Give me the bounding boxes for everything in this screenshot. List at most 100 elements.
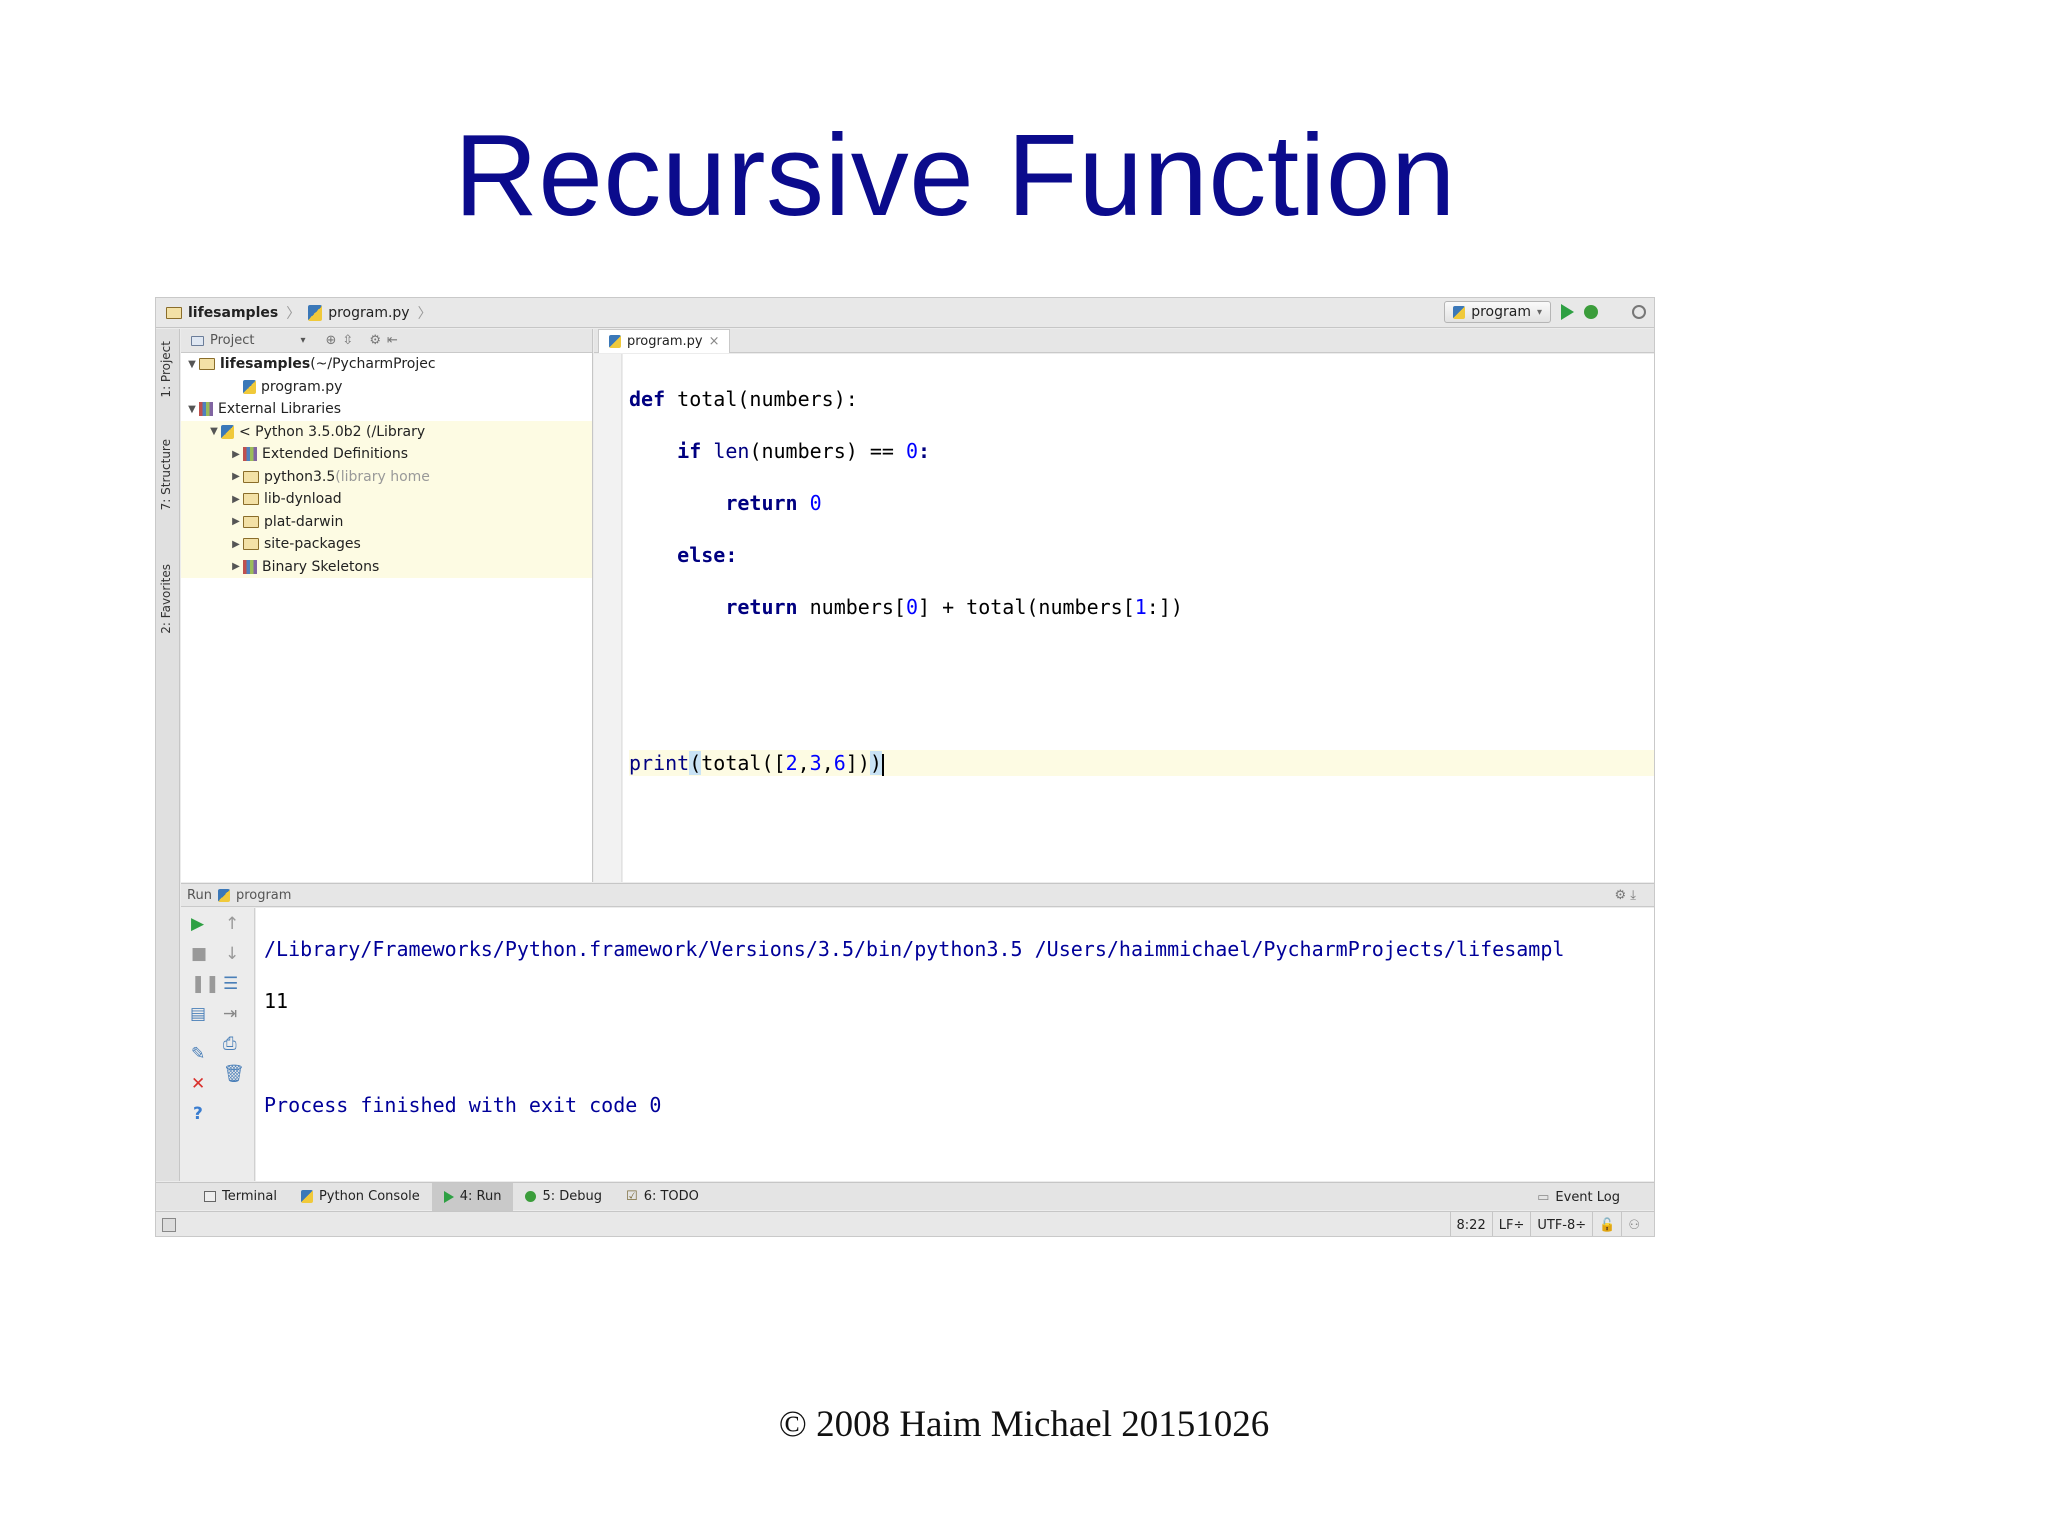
stop-icon[interactable]: ■ [191, 944, 207, 964]
tab-run-label: 4: Run [459, 1189, 502, 1204]
chevron-right-icon[interactable]: ▶ [229, 516, 243, 527]
search-icon[interactable] [1632, 305, 1646, 319]
code-token: else [677, 543, 726, 567]
code-token: numbers[ [797, 595, 906, 619]
tab-debug-label: 5: Debug [542, 1189, 603, 1204]
breadcrumb-project-label: lifesamples [188, 304, 279, 321]
rerun-icon[interactable]: ▶ [191, 914, 204, 934]
code-token: , [797, 751, 810, 775]
tab-project[interactable]: 1: Project [159, 341, 173, 398]
code-content[interactable]: def total(numbers): if len(numbers) == 0… [623, 354, 1654, 828]
trash-icon[interactable]: 🗑 [223, 1064, 245, 1084]
help-icon[interactable]: ? [193, 1104, 203, 1124]
tree-item-suffix: (library home [335, 468, 430, 485]
tree-item[interactable]: ▼ < Python 3.5.0b2 (/Library [181, 420, 592, 443]
tab-python-console-label: Python Console [318, 1189, 420, 1204]
project-panel-header: Project ▾ ⊕ ⇳ ⚙ ⇤ [181, 329, 592, 353]
chevron-down-icon[interactable]: ▾ [300, 335, 305, 346]
sync-icon[interactable]: ⊕ [326, 333, 337, 348]
event-log-label: Event Log [1555, 1189, 1620, 1205]
project-tree: ▼ lifesamples (~/PycharmProjec program.py ▼… [181, 353, 592, 578]
project-view-select[interactable]: Project [210, 333, 254, 348]
code-token: 1 [1134, 595, 1147, 619]
chevron-down-icon[interactable]: ▼ [207, 426, 221, 437]
tree-item[interactable]: ▼ External Libraries [181, 398, 592, 421]
tab-todo[interactable]: ☑ 6: TODO [614, 1183, 711, 1211]
python-file-icon [1453, 305, 1466, 319]
code-token: 0 [905, 439, 919, 463]
arrow-up-icon[interactable]: ↑ [225, 914, 239, 934]
folder-icon [243, 538, 259, 551]
run-tools: ▶ ■ ❚❚ ▤ ✎ ✕ ? ↑ ↓ ☰ ⇥ ⎙ 🗑 [181, 908, 255, 1181]
chevron-down-icon[interactable]: ▼ [185, 359, 199, 370]
chevron-down-icon[interactable]: ▼ [185, 404, 199, 415]
pause-icon[interactable]: ❚❚ [191, 974, 220, 994]
breadcrumb-project[interactable]: lifesamples [166, 305, 278, 321]
print-icon[interactable]: ⎙ [223, 1034, 237, 1054]
close-icon[interactable]: ✕ [191, 1074, 205, 1094]
tab-structure[interactable]: 7: Structure [159, 439, 173, 510]
breadcrumb-file[interactable]: program.py [308, 304, 410, 321]
tree-item[interactable]: ▶ python3.5 (library home [181, 465, 592, 488]
code-token: len [713, 439, 750, 463]
tree-item[interactable]: program.py [181, 376, 592, 399]
tree-item-label: External Libraries [218, 401, 341, 418]
tab-python-console[interactable]: Python Console [289, 1183, 432, 1211]
close-icon[interactable]: × [709, 334, 720, 349]
debug-icon [525, 1191, 537, 1202]
code-token: :]) [1146, 595, 1183, 619]
code-editor[interactable]: def total(numbers): if len(numbers) == 0… [623, 354, 1654, 882]
library-icon [199, 402, 213, 417]
folder-icon [243, 470, 259, 483]
run-icon[interactable] [1561, 304, 1574, 320]
chevron-right-icon[interactable]: ▶ [229, 494, 243, 505]
tab-terminal[interactable]: Terminal [192, 1183, 289, 1211]
tab-debug[interactable]: 5: Debug [513, 1183, 614, 1211]
code-token: ( [689, 751, 702, 775]
collapse-icon[interactable]: ⇳ [342, 333, 353, 348]
tree-item[interactable]: ▶ site-packages [181, 533, 592, 556]
tree-item[interactable]: ▶ lib-dynload [181, 488, 592, 511]
tab-run[interactable]: 4: Run [431, 1182, 514, 1211]
file-encoding[interactable]: UTF-8÷ [1530, 1212, 1592, 1236]
gear-icon[interactable]: ⚙ [369, 333, 381, 348]
tree-item[interactable]: ▶ Extended Definitions [181, 443, 592, 466]
chevron-right-icon[interactable]: ▶ [229, 471, 243, 482]
run-panel-config[interactable]: program [236, 888, 292, 903]
python-console-icon [300, 1190, 313, 1203]
tree-item[interactable]: ▶ Binary Skeletons [181, 555, 592, 578]
tab-favorites[interactable]: 2: Favorites [159, 564, 173, 634]
gear-icon[interactable]: ⚙ ⤓ [1614, 888, 1636, 903]
run-panel-header: Run program ⚙ ⤓ [181, 883, 1654, 907]
tree-item-label: < Python 3.5.0b2 (/Library [239, 423, 426, 440]
chevron-right-icon[interactable]: ▶ [229, 539, 243, 550]
toggle-tool-windows-icon[interactable] [162, 1218, 176, 1232]
chevron-right-icon[interactable]: ▶ [229, 449, 243, 460]
caret-position[interactable]: 8:22 [1449, 1212, 1492, 1236]
tree-item-label: python3.5 [264, 468, 336, 485]
soft-wrap-icon[interactable]: ☰ [223, 974, 238, 994]
run-configuration-select[interactable]: program ▾ [1444, 301, 1551, 323]
arrow-down-icon[interactable]: ↓ [225, 944, 239, 964]
event-log-button[interactable]: ▭ Event Log [1537, 1183, 1620, 1211]
code-token: total(numbers): [665, 387, 858, 411]
scroll-end-icon[interactable]: ⇥ [223, 1004, 237, 1024]
tree-item[interactable]: ▼ lifesamples (~/PycharmProjec [181, 353, 592, 376]
line-separator[interactable]: LF÷ [1491, 1212, 1531, 1236]
breadcrumb-file-label: program.py [328, 304, 410, 321]
layout-icon[interactable]: ▤ [190, 1004, 206, 1024]
folder-icon [199, 358, 215, 371]
lock-icon[interactable]: 🔓 [1592, 1212, 1621, 1236]
pin-icon[interactable]: ✎ [191, 1044, 205, 1064]
chevron-right-icon[interactable]: ▶ [229, 561, 243, 572]
hide-panel-icon[interactable]: ⇤ [387, 333, 398, 348]
code-token: , [821, 751, 834, 775]
debug-icon[interactable] [1584, 305, 1598, 319]
tree-item[interactable]: ▶ plat-darwin [181, 510, 592, 533]
editor-tab-program-py[interactable]: program.py × [598, 329, 731, 353]
run-console[interactable]: /Library/Frameworks/Python.framework/Ver… [256, 908, 1654, 1181]
breadcrumb-separator: 〉 [417, 305, 432, 322]
inspector-icon[interactable]: ⚇ [1621, 1212, 1646, 1236]
folder-icon [243, 493, 259, 506]
python-file-icon [217, 888, 230, 902]
